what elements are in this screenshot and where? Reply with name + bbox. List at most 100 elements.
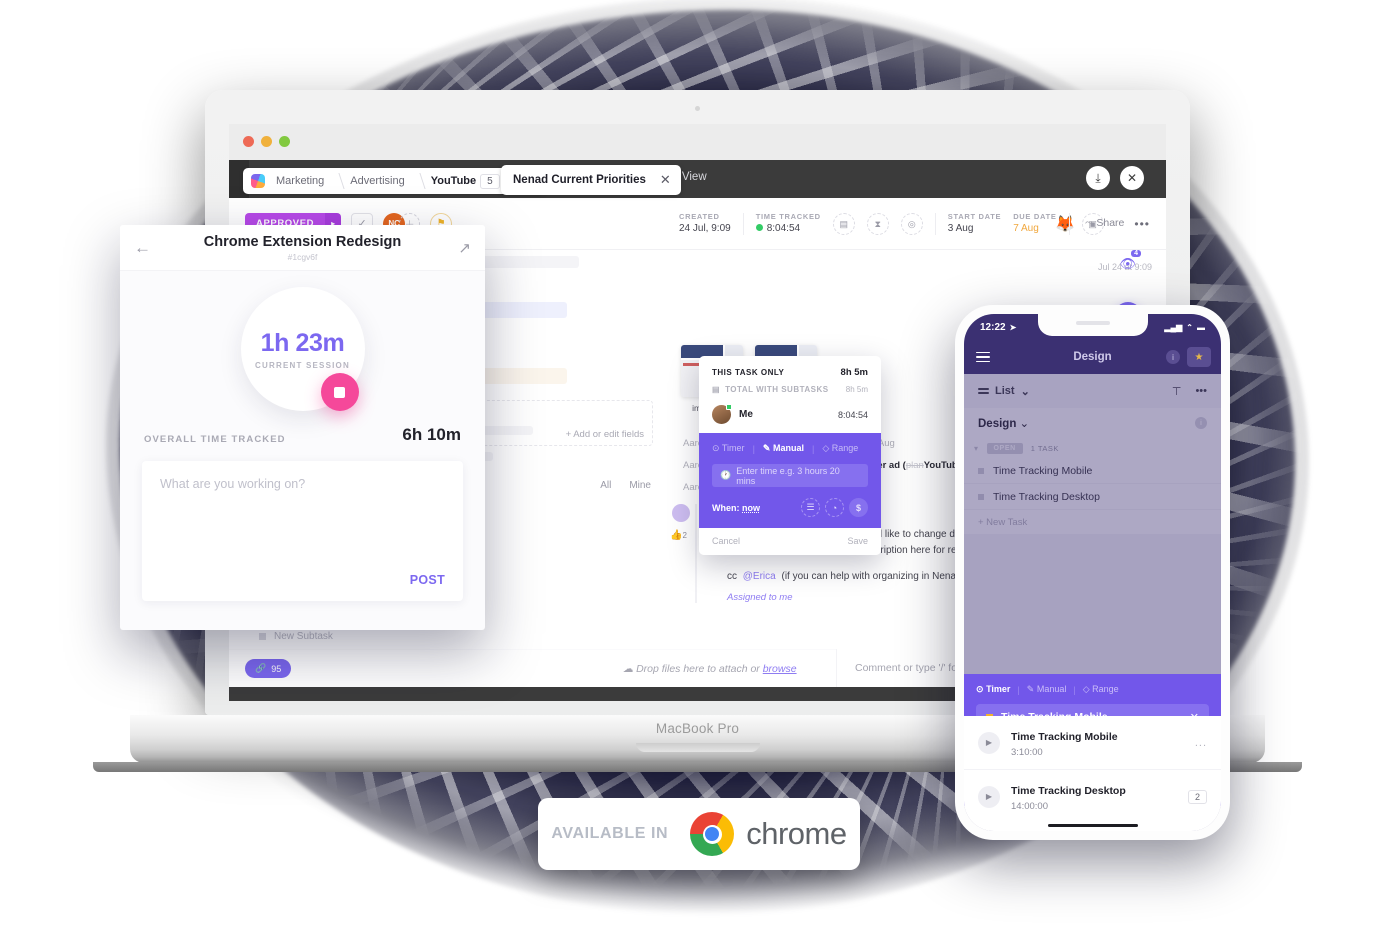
ellipsis-icon[interactable]: ...: [1195, 737, 1207, 749]
overall-time-label: OVERALL TIME TRACKED: [144, 434, 286, 445]
task-meta-bar: CREATED 24 Jul, 9:09 TIME TRACKED 8:04:5…: [669, 198, 1166, 250]
cloud-upload-icon: ☁: [622, 662, 634, 675]
timer-dial-area: 1h 23m CURRENT SESSION: [120, 271, 485, 421]
play-circle-icon: ⊙: [712, 443, 720, 453]
divider: [742, 213, 744, 235]
new-subtask-label: New Subtask: [274, 630, 333, 642]
chrome-logo-icon: [690, 812, 735, 856]
view-tab-nenad-current-priorities[interactable]: Nenad Current Priorities ✕: [501, 165, 681, 195]
note-input[interactable]: What are you working on? POST: [142, 461, 463, 601]
subtask-icon: ▤: [712, 385, 721, 394]
phone-nav-bar: Design i ★: [964, 340, 1221, 374]
overall-time-value: 6h 10m: [402, 425, 461, 444]
play-circle-icon: ⊙: [976, 684, 984, 694]
list-item[interactable]: ▶ Time Tracking Mobile 3:10:00 ...: [964, 716, 1221, 770]
meta-created: CREATED 24 Jul, 9:09: [679, 212, 731, 236]
divider: |: [752, 443, 755, 454]
attachment-count-pill[interactable]: 🔗 95: [245, 659, 292, 678]
entry-name: Time Tracking Mobile: [1011, 731, 1118, 743]
back-arrow-icon[interactable]: ←: [134, 238, 151, 258]
when-label: When: now: [712, 502, 761, 513]
tab-timer[interactable]: ⊙ Timer: [712, 443, 745, 454]
current-session-label: CURRENT SESSION: [255, 360, 350, 370]
stop-icon[interactable]: [320, 373, 359, 411]
eye-icon[interactable]: 👁 4: [1119, 250, 1141, 272]
avatar[interactable]: [672, 504, 690, 522]
divider: |: [1017, 684, 1020, 695]
chrome-extension-panel: ← Chrome Extension Redesign #1cgv6f ↗ 1h…: [120, 225, 485, 630]
tab-timer[interactable]: ⊙ Timer: [976, 684, 1010, 695]
this-task-only-row: THIS TASK ONLY 8h 5m: [712, 367, 868, 378]
meta-created-value: 24 Jul, 9:09: [679, 223, 731, 235]
close-icon[interactable]: ✕: [1120, 166, 1144, 190]
hourglass-icon[interactable]: ⧗: [866, 213, 889, 235]
entry-name: Time Tracking Desktop: [1011, 785, 1126, 797]
when-value[interactable]: now: [742, 503, 760, 513]
overall-time-row: OVERALL TIME TRACKED 6h 10m: [120, 425, 485, 445]
time-input[interactable]: 🕐 Enter time e.g. 3 hours 20 mins: [712, 464, 868, 487]
clock-icon: 🕐: [720, 470, 732, 480]
tab-manual[interactable]: ✎ Manual: [763, 443, 804, 454]
filter-mine[interactable]: Mine: [629, 480, 651, 491]
mention-erica[interactable]: @Erica: [740, 571, 779, 582]
available-label: AVAILABLE IN: [551, 825, 669, 842]
task-id: #1cgv6f: [287, 251, 318, 262]
battery-icon: ▬: [1197, 322, 1205, 332]
wifi-icon: ⌃: [1186, 322, 1193, 332]
meta-due-date[interactable]: DUE DATE 7 Aug: [1013, 212, 1056, 236]
minimize-icon[interactable]: ⤓: [1086, 166, 1110, 190]
breadcrumb-item-marketing[interactable]: Marketing: [272, 175, 328, 187]
entry-mode-tabs[interactable]: ⊙ Timer | ✎ Manual | ◇ Range: [976, 684, 1209, 695]
browse-link[interactable]: browse: [763, 663, 797, 675]
attachment-count: 95: [271, 663, 282, 674]
total-with-subtasks-label: ▤ TOTAL WITH SUBTASKS: [712, 385, 829, 394]
breadcrumb-separator: [329, 173, 345, 189]
divider: |: [811, 443, 815, 454]
external-link-icon[interactable]: ↗: [458, 239, 471, 257]
tab-range[interactable]: ◇ Range: [1083, 684, 1119, 695]
star-icon[interactable]: ★: [1187, 347, 1211, 367]
like-count: 2: [682, 531, 687, 540]
meta-start-date-label: START DATE: [947, 212, 1002, 222]
tag-icon[interactable]: ◔: [825, 498, 844, 517]
pencil-icon: ✎: [1026, 684, 1035, 694]
play-icon[interactable]: ▶: [978, 785, 1000, 808]
cancel-button[interactable]: Cancel: [712, 536, 740, 546]
thumbs-up-icon[interactable]: 👍2: [670, 530, 687, 541]
post-button[interactable]: POST: [410, 573, 445, 587]
breadcrumb-item-youtube[interactable]: YouTube: [427, 175, 480, 187]
breadcrumb[interactable]: Marketing Advertising YouTube 5 of 7 ⎘: [243, 168, 545, 194]
play-icon[interactable]: ▶: [978, 731, 1000, 754]
tab-range[interactable]: ◇ Range: [822, 443, 858, 454]
meta-time-tracked[interactable]: TIME TRACKED 8:04:54: [755, 212, 821, 236]
list-item[interactable]: ▶ Time Tracking Desktop 14:00:00 2: [964, 770, 1221, 823]
time-entry-form: ⊙ Timer | ✎ Manual | ◇ Range 🕐 Enter tim…: [699, 433, 881, 528]
minimize-window-dot[interactable]: [261, 136, 272, 147]
activity-filter[interactable]: All Mine: [600, 480, 651, 491]
available-in-chrome-badge[interactable]: AVAILABLE IN chrome: [538, 798, 860, 870]
close-icon[interactable]: ✕: [660, 172, 671, 188]
avatar: [712, 404, 732, 424]
entry-mode-tabs[interactable]: ⊙ Timer | ✎ Manual | ◇ Range: [712, 443, 868, 454]
tab-manual[interactable]: ✎ Manual: [1027, 684, 1067, 695]
popover-footer: Cancel Save: [699, 528, 881, 555]
close-window-dot[interactable]: [243, 136, 254, 147]
save-button[interactable]: Save: [847, 536, 868, 546]
note-icon[interactable]: ☰: [801, 498, 820, 517]
window-traffic-lights[interactable]: [243, 136, 290, 147]
breadcrumb-item-advertising[interactable]: Advertising: [346, 175, 408, 187]
time-tracking-popover[interactable]: THIS TASK ONLY 8h 5m ▤ TOTAL WITH SUBTASK…: [699, 356, 881, 555]
billable-icon[interactable]: $: [849, 498, 868, 517]
info-icon[interactable]: i: [1166, 350, 1180, 364]
camera-icon[interactable]: ▣: [1081, 213, 1104, 235]
time-summary: THIS TASK ONLY 8h 5m ▤ TOTAL WITH SUBTASK…: [699, 356, 881, 433]
time-input-placeholder: Enter time e.g. 3 hours 20 mins: [736, 465, 840, 486]
meta-start-date[interactable]: START DATE 3 Aug: [948, 212, 1001, 236]
chart-icon[interactable]: ▤: [832, 213, 855, 235]
target-icon[interactable]: ◎: [900, 213, 923, 235]
entry-count-badge: 2: [1187, 789, 1207, 804]
time-entry-user-row[interactable]: Me 8:04:54: [712, 404, 868, 424]
maximize-window-dot[interactable]: [279, 136, 290, 147]
filter-all[interactable]: All: [600, 480, 611, 491]
signal-icon: ▂▄▆: [1164, 322, 1183, 332]
